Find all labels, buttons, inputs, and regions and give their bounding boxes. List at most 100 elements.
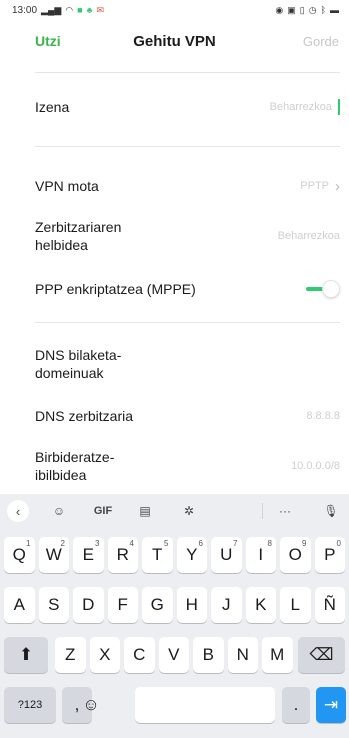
key-i-hint: 8 [267, 539, 272, 548]
divider [35, 72, 340, 73]
key-w-label: W [45, 545, 62, 564]
header: Utzi Gehitu VPN Gorde [0, 20, 349, 62]
key-e-label: E [82, 545, 94, 564]
dns-search-domains-label: DNS bilaketa- domeinuak [35, 346, 121, 382]
save-button[interactable]: Gorde [303, 34, 339, 49]
key-x[interactable]: X [89, 637, 120, 673]
clipboard-icon[interactable]: ▤ [134, 501, 156, 521]
shift-icon: ⬆ [18, 645, 34, 664]
key-i-label: I [258, 545, 264, 564]
key-y[interactable]: Y6 [176, 537, 207, 573]
key-g-label: G [150, 595, 164, 614]
key-s[interactable]: S [38, 587, 69, 623]
forwarding-routes-input[interactable]: 10.0.0.0/8 [291, 460, 340, 472]
app-notification-icon: ♣ [86, 5, 93, 15]
vpn-type-value: PPTP [300, 180, 329, 192]
key-q[interactable]: Q1 [4, 537, 35, 573]
space-key[interactable] [135, 687, 275, 723]
key-o-label: O [288, 545, 302, 564]
key-g[interactable]: G [142, 587, 173, 623]
key-q-hint: 1 [26, 539, 31, 548]
symbols-key[interactable]: ?123 [4, 687, 56, 723]
vpn-type-label: VPN mota [35, 178, 99, 194]
enter-key[interactable]: ⇥ [316, 687, 346, 723]
gear-icon[interactable]: ✲ [178, 501, 200, 521]
emoji-key[interactable]: ☺ [76, 687, 106, 723]
data-icon: ▣ [287, 5, 296, 15]
key-d[interactable]: D [73, 587, 104, 623]
chevron-right-icon: › [335, 177, 340, 195]
vpn-type-value-wrap: PPTP › [300, 178, 340, 195]
key-v[interactable]: V [158, 637, 189, 673]
signal-icon: ▂▄▆ [41, 5, 62, 15]
toggle-knob [322, 280, 340, 298]
key-o-hint: 9 [302, 539, 307, 548]
name-field[interactable]: Izena Beharrezkoa [35, 92, 340, 122]
key-x-label: X [99, 645, 111, 664]
key-h[interactable]: H [176, 587, 207, 623]
mppe-toggle[interactable] [306, 280, 340, 298]
key-m[interactable]: M [262, 637, 293, 673]
name-label: Izena [35, 99, 70, 115]
key-r[interactable]: R4 [107, 537, 138, 573]
status-time: 13:00 [12, 4, 38, 16]
key-z[interactable]: Z [55, 637, 86, 673]
server-address-field[interactable]: Zerbitzariaren helbidea Beharrezkoa [35, 216, 340, 256]
dns-server-field[interactable]: DNS zerbitzaria 8.8.8.8 [35, 402, 340, 430]
period-key-label: . [293, 695, 299, 714]
dns-search-domains-field[interactable]: DNS bilaketa- domeinuak [35, 344, 340, 384]
period-key[interactable]: . [282, 687, 310, 723]
key-q-label: Q [12, 545, 26, 564]
keyboard-toolbar: ‹ ☺ GIF ▤ ✲ ··· 🎙 [0, 494, 349, 528]
server-address-label-line2: helbidea [35, 237, 88, 253]
app-notification-icon: ■ [77, 5, 83, 15]
key-d-label: D [82, 595, 95, 614]
key-k-label: K [255, 595, 267, 614]
routes-label-line1: Birbideratze- [35, 449, 115, 465]
key-ñ-label: Ñ [323, 595, 336, 614]
key-r-label: R [116, 545, 129, 564]
microphone-icon[interactable]: 🎙 [320, 501, 342, 521]
key-s-label: S [48, 595, 60, 614]
backspace-icon: ⌫ [309, 645, 334, 664]
divider [35, 146, 340, 147]
shift-key[interactable]: ⬆ [4, 637, 48, 673]
toolbar-divider [262, 503, 263, 519]
key-f[interactable]: F [107, 587, 138, 623]
more-button[interactable]: ··· [272, 501, 298, 521]
key-j[interactable]: J [211, 587, 242, 623]
backspace-key[interactable]: ⌫ [298, 637, 345, 673]
back-icon[interactable]: ‹ [7, 500, 29, 522]
key-c-label: C [133, 645, 146, 664]
key-t-hint: 5 [164, 539, 169, 548]
key-n[interactable]: N [227, 637, 258, 673]
key-t[interactable]: T5 [142, 537, 173, 573]
key-i[interactable]: I8 [245, 537, 276, 573]
key-l[interactable]: L [280, 587, 311, 623]
key-a[interactable]: A [4, 587, 35, 623]
key-w[interactable]: W2 [38, 537, 69, 573]
gif-button[interactable]: GIF [88, 501, 118, 521]
key-t-label: T [152, 545, 163, 564]
cancel-button[interactable]: Utzi [35, 33, 61, 49]
key-u[interactable]: U7 [211, 537, 242, 573]
nfc-icon: ◉ [275, 5, 284, 15]
key-ñ[interactable]: Ñ [314, 587, 345, 623]
battery-icon: ▬ [330, 5, 339, 15]
sticker-icon[interactable]: ☺ [48, 501, 70, 521]
key-p[interactable]: P0 [314, 537, 345, 573]
key-b[interactable]: B [193, 637, 224, 673]
key-a-label: A [13, 595, 25, 614]
server-address-input[interactable]: Beharrezkoa [278, 230, 340, 242]
vpn-type-selector[interactable]: VPN mota PPTP › [35, 172, 340, 200]
key-e[interactable]: E3 [73, 537, 104, 573]
forwarding-routes-field[interactable]: Birbideratze- ibilbidea 10.0.0.0/8 [35, 446, 340, 486]
dns-server-input[interactable]: 8.8.8.8 [306, 410, 340, 422]
key-c[interactable]: C [124, 637, 155, 673]
key-o[interactable]: O9 [280, 537, 311, 573]
key-k[interactable]: K [245, 587, 276, 623]
status-bar: 13:00 ▂▄▆ ◠ ■ ♣ ✉ ◉ ▣ ▯ ◷ ᛒ ▬ [0, 0, 349, 20]
name-input[interactable]: Beharrezkoa [270, 99, 340, 115]
key-m-label: M [270, 645, 285, 664]
dns-search-label-line1: DNS bilaketa- [35, 347, 122, 363]
